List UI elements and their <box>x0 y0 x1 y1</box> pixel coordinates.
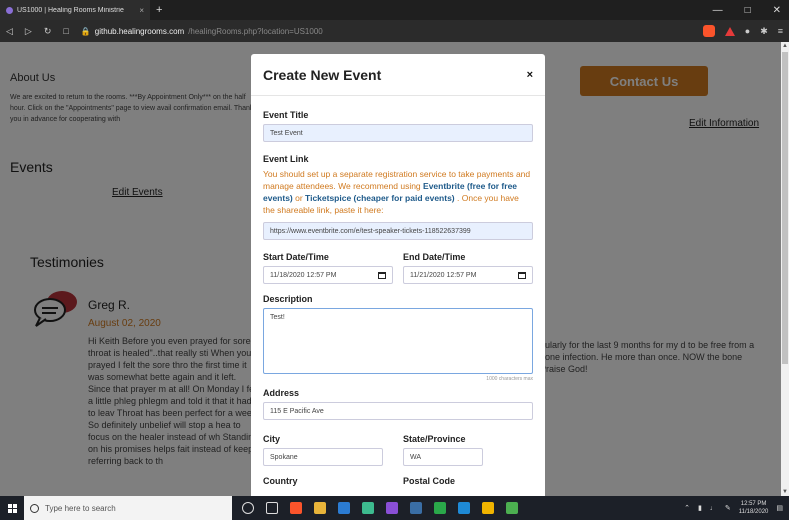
description-textarea[interactable]: Test! <box>263 308 533 374</box>
browser-tab[interactable]: US1000 | Healing Rooms Ministrie × <box>0 0 150 20</box>
modal-title: Create New Event <box>263 66 382 83</box>
tab-bar: US1000 | Healing Rooms Ministrie × + — □… <box>0 0 789 20</box>
address-input[interactable]: 115 E Pacific Ave <box>263 402 533 420</box>
address-bar: ◁ ▷ ↻ □ 🔒 github.healingrooms.com/healin… <box>0 20 789 42</box>
puzzle-icon[interactable]: ✱ <box>760 26 768 37</box>
close-icon[interactable]: × <box>527 69 533 81</box>
search-placeholder: Type here to search <box>45 503 116 513</box>
forward-icon[interactable]: ▷ <box>25 26 32 37</box>
end-datetime-value: 11/21/2020 12:57 PM <box>410 271 477 279</box>
tab-title: US1000 | Healing Rooms Ministrie <box>17 6 124 14</box>
country-label: Country <box>263 476 298 486</box>
clock-date: 11/18/2020 <box>738 509 769 515</box>
brave-rewards-icon[interactable] <box>724 26 735 36</box>
modal-header: Create New Event × <box>251 54 545 96</box>
description-label: Description <box>263 294 313 304</box>
scrollbar-thumb[interactable] <box>782 52 788 364</box>
start-datetime-label: Start Date/Time <box>263 252 329 262</box>
postal-code-label: Postal Code <box>403 476 456 486</box>
notifications-icon[interactable]: ▤ <box>776 504 783 512</box>
start-datetime-input[interactable]: 11/18/2020 12:57 PM <box>263 266 393 284</box>
task-view-icon[interactable] <box>266 502 278 514</box>
calendar-icon[interactable] <box>518 271 526 279</box>
calendar-icon[interactable] <box>378 271 386 279</box>
ticketspice-link[interactable]: Ticketspice (cheaper for paid events) <box>305 193 455 203</box>
new-tab-button[interactable]: + <box>156 4 162 16</box>
file-explorer-icon[interactable] <box>314 502 326 514</box>
page-scrollbar[interactable]: ▲ ▼ <box>781 42 789 496</box>
vscode-icon[interactable] <box>458 502 470 514</box>
event-title-label: Event Title <box>263 110 309 120</box>
back-icon[interactable]: ◁ <box>6 26 13 37</box>
clock[interactable]: 12:57 PM 11/18/2020 <box>739 500 769 516</box>
city-input[interactable]: Spokane <box>263 448 383 466</box>
url-path: /healingRooms.php?location=US1000 <box>188 26 323 36</box>
maximize-icon[interactable]: □ <box>745 5 751 16</box>
brave-shield-icon[interactable] <box>702 25 715 37</box>
create-event-modal: Create New Event × Event Title Test Even… <box>251 54 545 496</box>
close-tab-icon[interactable]: × <box>139 6 144 15</box>
city-label: City <box>263 434 281 444</box>
volume-icon[interactable]: ♩ <box>710 505 717 512</box>
event-link-input[interactable]: https://www.eventbrite.com/e/test-speake… <box>263 222 533 240</box>
end-datetime-label: End Date/Time <box>403 252 466 262</box>
taskbar: Type here to search ⌃ ▮ ♩ ✎ 12:57 PM 11/… <box>0 496 789 520</box>
search-icon <box>30 503 39 513</box>
start-datetime-value: 11/18/2020 12:57 PM <box>270 271 337 279</box>
menu-icon[interactable]: ≡ <box>778 26 783 36</box>
url-host: github.healingrooms.com <box>94 26 185 36</box>
extension-icon[interactable]: ● <box>745 26 750 36</box>
address-label: Address <box>263 388 300 398</box>
battery-icon[interactable]: ▮ <box>698 504 702 512</box>
state-label: State/Province <box>403 434 466 444</box>
event-link-help: You should set up a separate registratio… <box>263 168 533 216</box>
cortana-icon[interactable] <box>242 502 254 514</box>
pen-icon[interactable]: ✎ <box>725 504 731 512</box>
scroll-down-icon[interactable]: ▼ <box>782 489 788 495</box>
scroll-up-icon[interactable]: ▲ <box>782 43 788 49</box>
git-icon[interactable] <box>362 502 374 514</box>
reload-icon[interactable]: ↻ <box>44 26 52 37</box>
bookmark-icon[interactable]: □ <box>63 26 68 37</box>
end-datetime-input[interactable]: 11/21/2020 12:57 PM <box>403 266 533 284</box>
url-field[interactable]: 🔒 github.healingrooms.com/healingRooms.p… <box>81 27 323 36</box>
sticky-notes-icon[interactable] <box>482 502 494 514</box>
modal-body: Event Title Test Event Event Link You sh… <box>251 96 545 496</box>
start-button[interactable] <box>0 496 24 520</box>
system-tray: ⌃ ▮ ♩ ✎ 12:57 PM 11/18/2020 ▤ <box>684 496 783 520</box>
state-input[interactable]: WA <box>403 448 483 466</box>
teams-icon[interactable] <box>506 502 518 514</box>
character-counter: 1000 characters max <box>486 376 533 382</box>
taskbar-apps <box>242 502 518 514</box>
help-or: or <box>292 193 306 203</box>
event-link-label: Event Link <box>263 154 309 164</box>
chevron-up-icon[interactable]: ⌃ <box>684 504 690 512</box>
event-title-input[interactable]: Test Event <box>263 124 533 142</box>
taskbar-search[interactable]: Type here to search <box>24 496 232 520</box>
minimize-icon[interactable]: — <box>713 5 723 16</box>
visual-studio-icon[interactable] <box>386 502 398 514</box>
outlook-icon[interactable] <box>338 502 350 514</box>
window-controls: — □ ✕ <box>713 0 781 20</box>
extensions: ● ✱ ≡ <box>702 20 783 42</box>
lock-icon: 🔒 <box>80 26 91 36</box>
app-icon[interactable] <box>410 502 422 514</box>
clock-time: 12:57 PM <box>740 501 767 507</box>
chrome-icon[interactable] <box>434 502 446 514</box>
favicon-icon <box>6 6 13 14</box>
close-window-icon[interactable]: ✕ <box>773 5 781 16</box>
brave-icon[interactable] <box>290 502 302 514</box>
